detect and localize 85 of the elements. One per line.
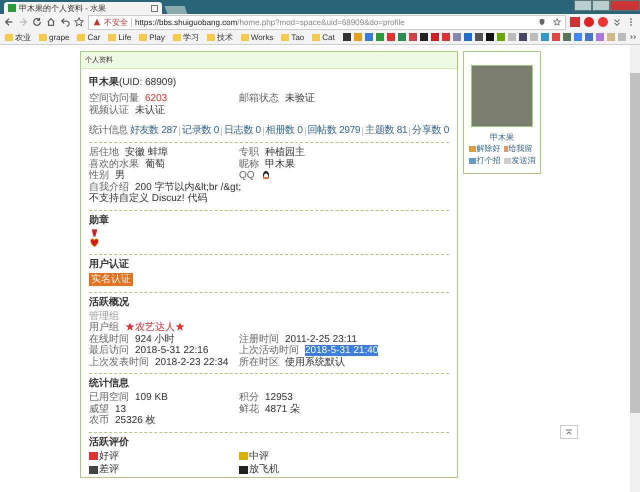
field-value: 安徽 蚌埠: [125, 147, 168, 158]
section-title: 勋章: [89, 214, 110, 226]
rating-link[interactable]: 放飞机: [239, 464, 279, 476]
field-value: 2018-2-23 22:34: [155, 356, 228, 368]
field-value: 6203: [145, 93, 168, 104]
field-label: 已用空间: [89, 392, 129, 403]
field-label: 鲜花: [239, 404, 259, 414]
section-title: 用户认证: [89, 258, 130, 270]
field-value: 2018-5-31 21:40: [305, 345, 378, 356]
field-label: 威望: [89, 404, 109, 414]
stat-link[interactable]: 主题数 81: [365, 125, 408, 137]
field-label: 邮箱状态: [239, 93, 279, 104]
stats-label: 统计信息: [89, 125, 128, 137]
bookmark-folder[interactable]: grape: [39, 32, 70, 42]
section-title: 统计信息: [89, 378, 130, 390]
action-link[interactable]: 发送消: [504, 155, 536, 167]
field-value: 2018-5-31 22:16: [135, 345, 208, 356]
stat-link[interactable]: 记录数 0: [182, 125, 219, 137]
field-label: 注册时间: [239, 334, 279, 344]
user-name-link[interactable]: 甲木果: [490, 132, 514, 143]
tab-title: 甲木果的个人资料 - 水果: [19, 2, 106, 14]
field-label: 所在时区: [239, 356, 279, 368]
bookmark-folder[interactable]: Play: [139, 32, 165, 42]
field-label: 性别: [89, 170, 109, 181]
field-value: 葡萄: [145, 158, 165, 170]
rating-link[interactable]: 好评: [89, 450, 119, 462]
rating-link[interactable]: 差评: [89, 464, 119, 476]
field-label: QQ: [239, 170, 255, 181]
field-label: 专职: [239, 147, 259, 158]
field-label: 上次发表时间: [89, 356, 149, 368]
field-label: 视频认证: [89, 104, 129, 116]
field-label: 上次活动时间: [239, 345, 299, 356]
field-value: 4871 朵: [265, 404, 300, 414]
field-value: 2011-2-25 23:11: [285, 334, 357, 344]
field-label: 最后访问: [89, 345, 129, 356]
field-note: 不支持自定义 Discuz! 代码: [89, 193, 208, 204]
field-label: 自我介绍: [89, 182, 129, 192]
stat-link[interactable]: 日志数 0: [224, 125, 261, 137]
field-value: 12953: [265, 392, 293, 403]
bookmark-folder[interactable]: 技术: [206, 32, 233, 42]
address-bar[interactable]: 不安全 https://bbs.shuiguobang.com/home.php?mod=space&uid=68909&do=profile: [88, 14, 566, 30]
url-text: https://bbs.shuiguobang.com/home.php?mod=space&uid=68909&do=profile: [135, 18, 405, 26]
bookmark-folder[interactable]: 农业: [5, 32, 31, 42]
stat-link[interactable]: 回帖数 2979: [308, 125, 360, 137]
field-label: 空间访问量: [89, 93, 139, 104]
field-label: 喜欢的水果: [89, 158, 139, 170]
security-label: 不安全: [104, 16, 128, 28]
field-label: 积分: [239, 392, 259, 403]
field-value: 未验证: [285, 93, 315, 104]
field-label: 用户组: [89, 322, 119, 333]
field-value: 男: [115, 170, 125, 181]
verification-badge: 实名认证: [89, 272, 133, 286]
user-id: (UID: 68909): [119, 77, 176, 88]
browser-tab[interactable]: 甲木果的个人资料 - 水果: [4, 2, 162, 14]
field-value: 200 字节以内&lt;br /&gt;: [135, 182, 242, 192]
bookmark-folder[interactable]: Works: [240, 32, 274, 42]
field-value: ★农艺达人★: [125, 322, 185, 333]
action-link[interactable]: 给我留: [504, 143, 536, 155]
field-value: 甲木果: [265, 158, 295, 170]
stat-link[interactable]: 好友数 287: [130, 125, 178, 137]
action-link[interactable]: 打个招: [468, 155, 500, 167]
field-label: 农币: [89, 415, 109, 426]
field-label: 管理组: [89, 310, 119, 322]
field-value: 25326 枚: [115, 415, 156, 426]
section-title: 活跃评价: [89, 436, 130, 448]
field-label: 居住地: [89, 147, 119, 158]
field-value: 种植园主: [265, 147, 305, 158]
rating-link[interactable]: 中评: [239, 450, 269, 462]
section-title: 活跃概况: [89, 296, 130, 308]
bookmark-folder[interactable]: Life: [108, 32, 132, 42]
action-link[interactable]: 解除好: [468, 143, 500, 155]
bookmark-folder[interactable]: Tao: [281, 32, 304, 42]
bookmark-folder[interactable]: Cat: [312, 32, 335, 42]
field-value: 109 KB: [135, 392, 168, 403]
field-value: 未认证: [135, 104, 165, 116]
stat-link[interactable]: 相册数 0: [266, 125, 303, 137]
bookmark-folder[interactable]: Car: [77, 32, 100, 42]
field-value: 924 小时: [135, 334, 174, 344]
field-value: 使用系统默认: [285, 356, 345, 368]
field-value: 13: [115, 404, 126, 414]
stat-link[interactable]: 分享数 0: [412, 125, 450, 137]
field-label: 在线时间: [89, 334, 129, 344]
user-name: 甲木果: [89, 77, 119, 88]
bookmark-folder[interactable]: 学习: [172, 32, 199, 42]
field-label: 昵称: [239, 158, 259, 170]
